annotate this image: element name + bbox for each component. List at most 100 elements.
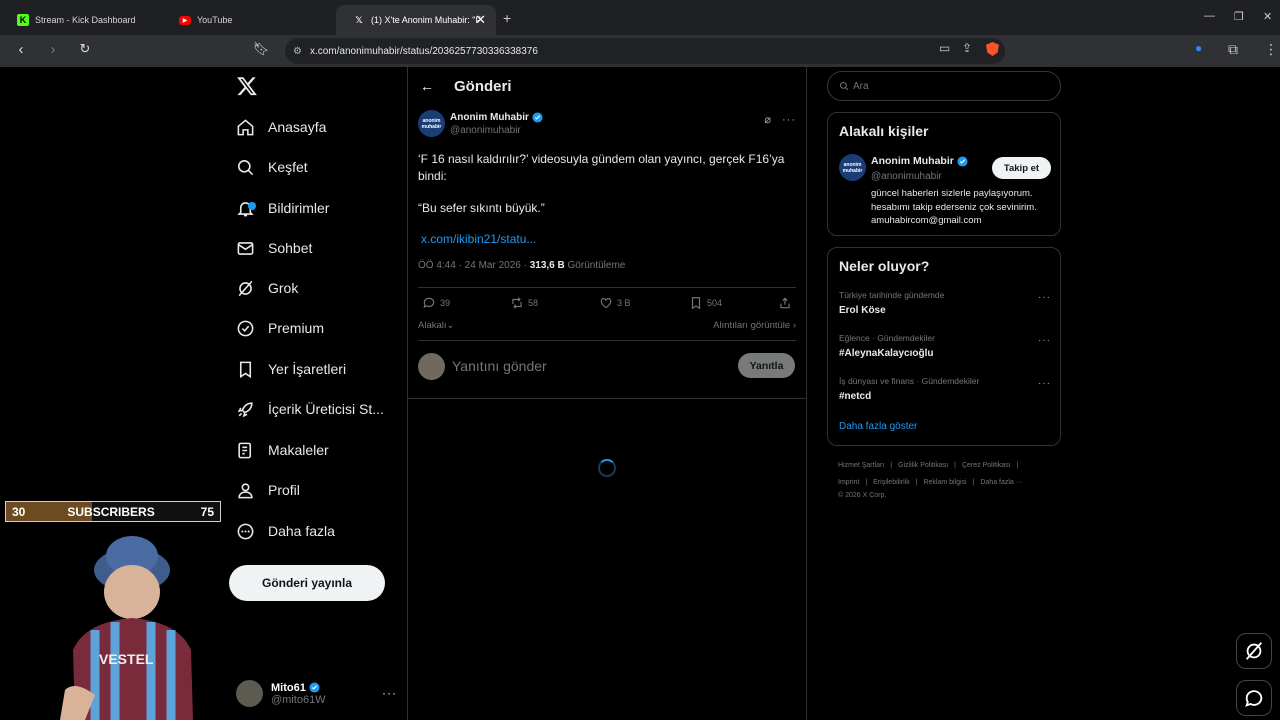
browser-toolbar: ‹ › ↻ 🔖︎ ⚙︎ x.com/anonimuhabir/status/20… (0, 35, 1280, 67)
window-close-icon[interactable]: ✕ (1263, 10, 1272, 23)
author-name[interactable]: Anonim Muhabir (450, 112, 529, 123)
search-input[interactable]: Ara (827, 71, 1061, 101)
trend-item[interactable]: İş dünyası ve finans · Gündemdekiler #ne… (839, 376, 1051, 402)
sub-start: 30 (12, 504, 26, 519)
x-logo-icon[interactable] (236, 75, 258, 97)
nav-item-articles[interactable]: Makaleler (236, 435, 329, 465)
tweet-time[interactable]: ÖÖ 4:44 · 24 Mar 2026 · (418, 260, 530, 271)
account-name: Mito61 (271, 681, 306, 694)
reply-action[interactable]: 39 (422, 296, 450, 310)
new-tab-icon[interactable]: + (503, 10, 511, 26)
view-quotes-link[interactable]: Alıntıları görüntüle › (713, 320, 796, 331)
tweet-more-icon[interactable]: ··· (782, 114, 796, 126)
trend-more-icon[interactable]: ··· (1038, 335, 1051, 346)
footer-link[interactable]: Reklam bilgisi (923, 479, 966, 486)
grok-fab[interactable] (1236, 633, 1272, 669)
home-icon (237, 118, 254, 135)
post-button[interactable]: Gönderi yayınla (229, 565, 385, 601)
url-text: x.com/anonimuhabir/status/20362577303363… (309, 45, 538, 57)
share-icon[interactable]: ⇪ (962, 41, 972, 55)
nav-item-home[interactable]: Anasayfa (236, 112, 326, 142)
back-arrow-icon[interactable]: ← (420, 78, 434, 94)
nav-item-creator-studio[interactable]: İçerik Üreticisi St... (236, 394, 384, 424)
like-count: 3 B (617, 298, 631, 308)
nav-item-profile[interactable]: Profil (236, 475, 300, 505)
close-tab-icon[interactable]: ✕ (475, 12, 486, 28)
repost-icon (512, 297, 522, 309)
messages-fab[interactable] (1236, 680, 1272, 716)
tweet-link[interactable]: x.com/ikibin21/statu... (421, 232, 796, 246)
trend-item[interactable]: Türkiye tarihinde gündemde Erol Köse ··· (839, 290, 1051, 316)
footer-link[interactable]: Hizmet Şartları (838, 462, 884, 469)
tab-kick-dashboard[interactable]: K Stream - Kick Dashboard (0, 5, 168, 35)
trend-more-icon[interactable]: ··· (1038, 292, 1051, 303)
site-info-icon[interactable]: ⚙︎ (293, 46, 302, 57)
minimize-icon[interactable]: — (1204, 10, 1215, 22)
nav-item-premium[interactable]: Premium (236, 313, 324, 343)
trends-card: Neler oluyor? Türkiye tarihinde gündemde… (827, 247, 1061, 446)
nav-item-explore[interactable]: Keşfet (236, 152, 308, 182)
tweet-actions: 39 58 3 B 504 (418, 296, 796, 312)
nav-label: Sohbet (268, 240, 313, 256)
nav-label: Premium (268, 320, 325, 336)
avatar[interactable]: anonim muhabir (839, 154, 866, 181)
sort-dropdown[interactable]: Alakalı⌄ (418, 320, 454, 331)
avatar (418, 352, 445, 380)
nav-label: Keşfet (268, 159, 308, 175)
account-switcher[interactable]: Mito61 @mito61W (236, 680, 326, 707)
chevron-down-icon: ⌄ (446, 320, 455, 331)
forward-icon[interactable]: › (43, 41, 63, 58)
streamer-webcam-cutout: VESTEL (60, 536, 193, 720)
reply-input[interactable]: Yanıtını gönder (452, 358, 547, 374)
browser-menu-icon[interactable]: ⋮ (1264, 41, 1278, 58)
show-more-link[interactable]: Daha fazla göster (839, 421, 917, 432)
user-handle: @anonimuhabir (871, 171, 942, 182)
grok-explain-icon[interactable]: ⌀ (764, 114, 771, 126)
footer-sep: | (972, 479, 975, 486)
back-icon[interactable]: ‹ (11, 41, 31, 58)
tab-title: (1) X'te Anonim Muhabir: "F (371, 15, 481, 25)
cast-icon[interactable]: ▭ (939, 41, 950, 55)
trend-context: Eğlence · Gündemdekiler (839, 333, 935, 343)
trend-item[interactable]: Eğlence · Gündemdekiler #AleynaKalaycıoğ… (839, 333, 1051, 359)
address-bar[interactable]: ⚙︎ x.com/anonimuhabir/status/20362577303… (285, 38, 1005, 64)
follow-button[interactable]: Takip et (992, 157, 1051, 179)
trend-context: Türkiye tarihinde gündemde (839, 290, 945, 300)
footer-link[interactable]: Imprint (838, 479, 859, 486)
extensions-puzzle-icon[interactable]: ⧉ (1228, 41, 1238, 58)
tab-x-post[interactable]: 𝕏 (1) X'te Anonim Muhabir: "F ✕ (336, 5, 496, 35)
footer-link[interactable]: Daha fazla ··· (980, 479, 1022, 486)
avatar-text: anonim muhabir (421, 117, 442, 130)
nav-item-grok[interactable]: Grok (236, 273, 298, 303)
subscriber-goal-bar: 30 SUBSCRIBERS 75 (5, 501, 221, 522)
bookmark-icon (239, 361, 252, 378)
repost-action[interactable]: 58 (510, 296, 538, 310)
restore-icon[interactable]: ❐ (1234, 10, 1244, 23)
bookmark-page-icon[interactable]: 🔖︎ (251, 41, 271, 57)
author-handle[interactable]: @anonimuhabir (450, 125, 543, 136)
nav-item-notifications[interactable]: Bildirimler (236, 193, 329, 223)
account-more-icon[interactable]: ··· (382, 686, 397, 700)
reload-icon[interactable]: ↻ (75, 41, 95, 57)
nav-item-more[interactable]: Daha fazla (236, 516, 335, 546)
footer-link[interactable]: Gizlilik Politikası (898, 462, 948, 469)
article-icon (238, 442, 252, 458)
footer-link[interactable]: Erişilebilirlik (873, 479, 910, 486)
like-action[interactable]: 3 B (599, 296, 631, 310)
nav-item-chat[interactable]: Sohbet (236, 233, 312, 263)
copyright: © 2026 X Corp. (838, 492, 887, 499)
tweet-views-label: Görüntüleme (564, 260, 626, 271)
author-avatar[interactable]: anonim muhabir (418, 110, 445, 137)
share-action[interactable] (778, 296, 796, 310)
nav-item-bookmarks[interactable]: Yer İşaretleri (236, 354, 346, 384)
bookmark-action[interactable]: 504 (689, 296, 722, 310)
footer-link[interactable]: Çerez Politikası (962, 462, 1011, 469)
heart-icon (600, 298, 612, 309)
grok-icon (238, 280, 253, 296)
tab-youtube[interactable]: ▶ YouTube (162, 5, 332, 35)
nav-label: Makaleler (268, 442, 329, 458)
trend-more-icon[interactable]: ··· (1038, 378, 1051, 389)
reply-button[interactable]: Yanıtla (738, 353, 795, 378)
chevron-right-icon: › (792, 320, 796, 331)
extension-icon[interactable]: ● (1195, 41, 1202, 55)
